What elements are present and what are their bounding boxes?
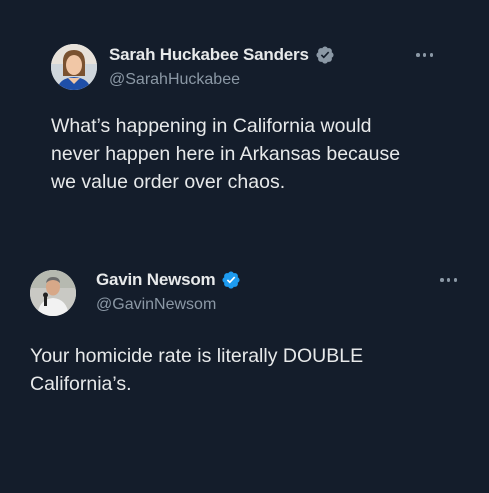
ellipsis-icon [422, 53, 427, 57]
avatar[interactable] [51, 44, 97, 90]
tweet-text: What’s happening in California would nev… [51, 115, 401, 193]
display-name[interactable]: Gavin Newsom [96, 270, 216, 290]
screenshot-canvas: Sarah Huckabee Sanders @SarahHuckabee Wh… [0, 0, 489, 493]
more-options-button[interactable] [440, 275, 457, 285]
tweet-text: Your homicide rate is literally DOUBLE C… [30, 345, 364, 395]
avatar[interactable] [30, 270, 76, 316]
author-name-row: Gavin Newsom [96, 270, 241, 290]
profile-photo-woman-icon [51, 44, 97, 90]
handle[interactable]: @GavinNewsom [96, 296, 216, 314]
ellipsis-icon [440, 278, 444, 282]
display-name[interactable]: Sarah Huckabee Sanders [109, 45, 309, 65]
handle[interactable]: @SarahHuckabee [109, 71, 240, 89]
verified-badge-icon [316, 46, 334, 64]
ellipsis-icon [429, 53, 433, 57]
more-options-button[interactable] [416, 50, 433, 60]
verified-badge-icon [222, 271, 241, 289]
ellipsis-icon [446, 278, 451, 282]
ellipsis-icon [416, 53, 420, 57]
profile-photo-man-icon [30, 270, 76, 316]
ellipsis-icon [453, 278, 457, 282]
author-name-row: Sarah Huckabee Sanders [109, 45, 335, 65]
